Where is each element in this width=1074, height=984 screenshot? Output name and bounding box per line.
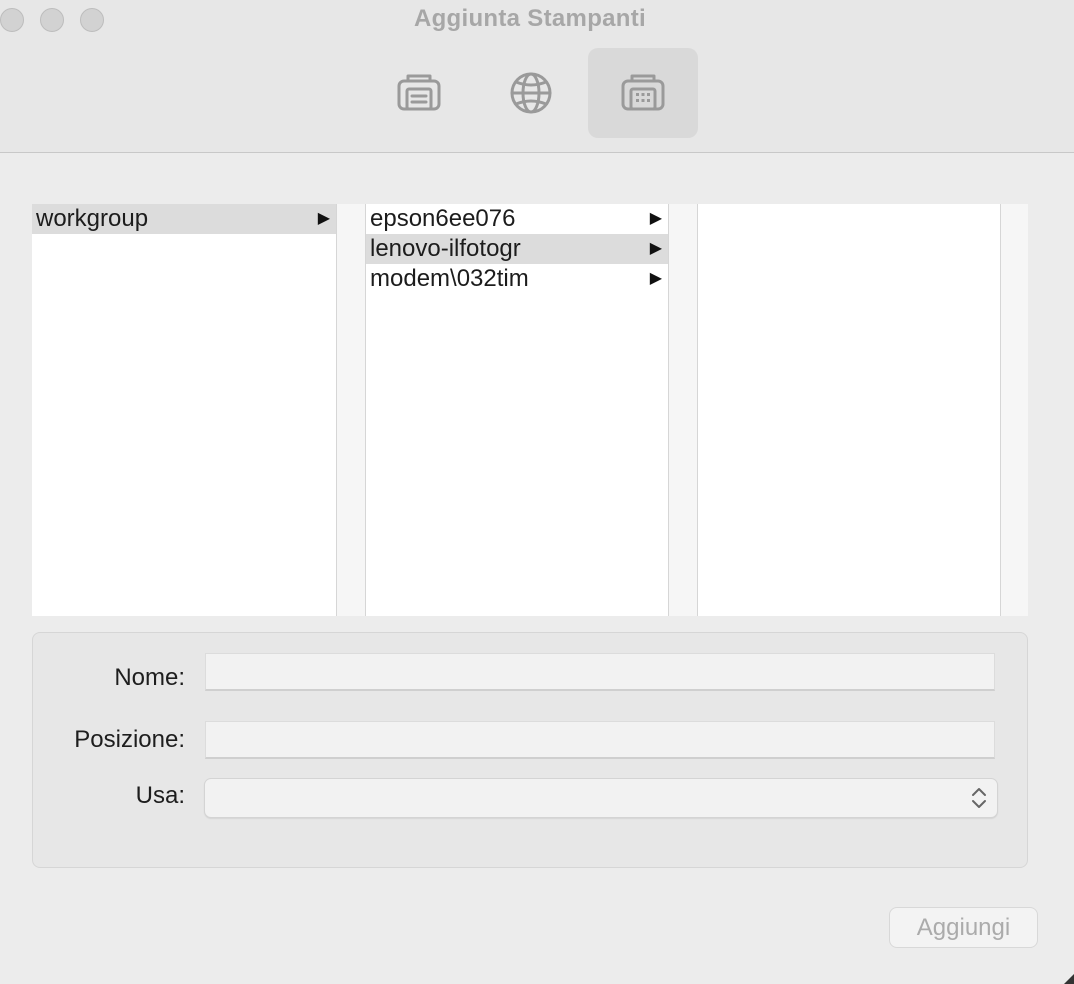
add-printer-window: Aggiunta Stampanti workgroup ▶ epson6ee0…: [0, 0, 1074, 984]
toolbar: Aggiunta Stampanti: [0, 0, 1074, 153]
disclosure-arrow-icon: ▶: [649, 210, 662, 227]
toolbar-ip-button[interactable]: [476, 48, 586, 138]
browser-column-hosts: epson6ee076 ▶ lenovo-ilfotogr ▶ modem\03…: [365, 204, 669, 616]
disclosure-arrow-icon: ▶: [317, 210, 330, 227]
use-driver-select[interactable]: [204, 778, 998, 818]
browser-row-lenovo[interactable]: lenovo-ilfotogr ▶: [366, 234, 668, 264]
browser-row-label: lenovo-ilfotogr: [370, 235, 521, 262]
windows-printer-icon: [621, 74, 665, 111]
window-resize-handle[interactable]: [1064, 974, 1074, 984]
add-button[interactable]: Aggiungi: [889, 907, 1038, 948]
chevron-up-down-icon: [972, 788, 986, 808]
default-printer-icon: [397, 74, 441, 111]
browser-row-modem[interactable]: modem\032tim ▶: [366, 264, 668, 294]
browser-row-workgroup[interactable]: workgroup ▶: [32, 204, 336, 234]
disclosure-arrow-icon: ▶: [649, 270, 662, 287]
browser-column-workgroups: workgroup ▶: [32, 204, 337, 616]
toolbar-default-button[interactable]: [364, 48, 474, 138]
printer-browser: workgroup ▶ epson6ee076 ▶ lenovo-ilfotog…: [32, 204, 1028, 616]
browser-row-label: workgroup: [36, 205, 149, 232]
window-title: Aggiunta Stampanti: [413, 5, 647, 32]
location-label: Posizione:: [74, 726, 185, 753]
toolbar-windows-button[interactable]: [588, 48, 698, 138]
ip-globe-icon: [510, 72, 552, 114]
location-field[interactable]: [205, 721, 995, 759]
name-label: Nome:: [114, 664, 185, 691]
browser-column-printers[interactable]: [697, 204, 1001, 616]
printer-details-panel: Nome: Posizione: Usa:: [32, 632, 1028, 868]
name-field[interactable]: [205, 653, 995, 691]
browser-row-epson[interactable]: epson6ee076 ▶: [366, 204, 668, 234]
use-label: Usa:: [135, 782, 185, 809]
disclosure-arrow-icon: ▶: [649, 240, 662, 257]
browser-row-label: epson6ee076: [370, 205, 516, 232]
browser-row-label: modem\032tim: [370, 265, 529, 292]
